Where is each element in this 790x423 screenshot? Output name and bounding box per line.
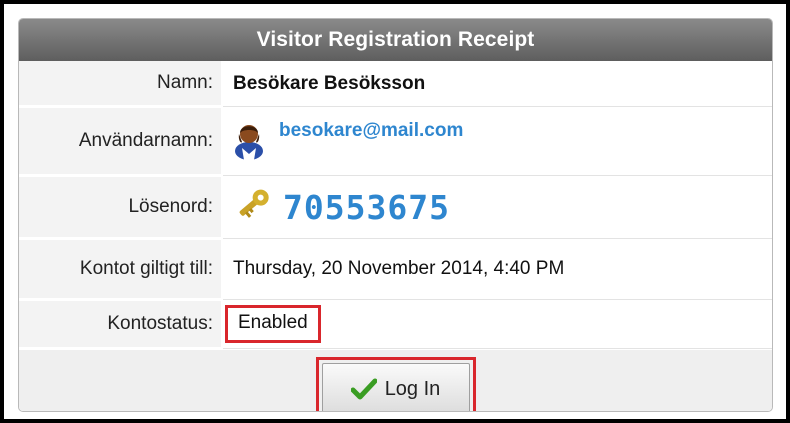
status-label: Kontostatus:: [19, 299, 223, 350]
password-value-cell: 70553675: [222, 175, 772, 239]
checkmark-icon: [350, 378, 377, 400]
username-value-cell: besokare@mail.com: [222, 106, 772, 176]
valid-until-value: Thursday, 20 November 2014, 4:40 PM: [222, 238, 772, 300]
password-label: Lösenord:: [19, 175, 223, 240]
status-highlight: Enabled: [225, 305, 321, 343]
username-value: besokare@mail.com: [279, 120, 464, 141]
name-value: Besökare Besöksson: [233, 72, 426, 94]
name-label: Namn:: [19, 61, 223, 108]
row-password: Lösenord: 70553675: [19, 175, 772, 240]
login-button-highlight: Log In: [315, 357, 476, 411]
password-value: 70553675: [283, 187, 450, 227]
user-avatar-icon: [233, 120, 265, 166]
row-username: Användarnamn: besokare@mail.com: [19, 106, 772, 177]
login-button-label: Log In: [384, 377, 441, 400]
receipt-title: Visitor Registration Receipt: [19, 19, 772, 61]
screenshot-frame: Visitor Registration Receipt Namn: Besök…: [0, 0, 790, 423]
receipt-footer: Log In: [19, 350, 772, 411]
row-name: Namn: Besökare Besöksson: [19, 61, 772, 108]
key-icon: [233, 186, 273, 228]
receipt-card: Visitor Registration Receipt Namn: Besök…: [18, 18, 773, 412]
row-valid-until: Kontot giltigt till: Thursday, 20 Novemb…: [19, 238, 772, 301]
status-value-cell: Enabled: [222, 299, 772, 349]
valid-until-label: Kontot giltigt till:: [19, 238, 223, 301]
name-value-cell: Besökare Besöksson: [222, 61, 772, 107]
login-button[interactable]: Log In: [321, 363, 470, 411]
status-value: Enabled: [238, 312, 308, 333]
row-status: Kontostatus: Enabled: [19, 299, 772, 350]
username-label: Användarnamn:: [19, 106, 223, 177]
receipt-table: Namn: Besökare Besöksson Användarnamn: b…: [19, 61, 772, 350]
